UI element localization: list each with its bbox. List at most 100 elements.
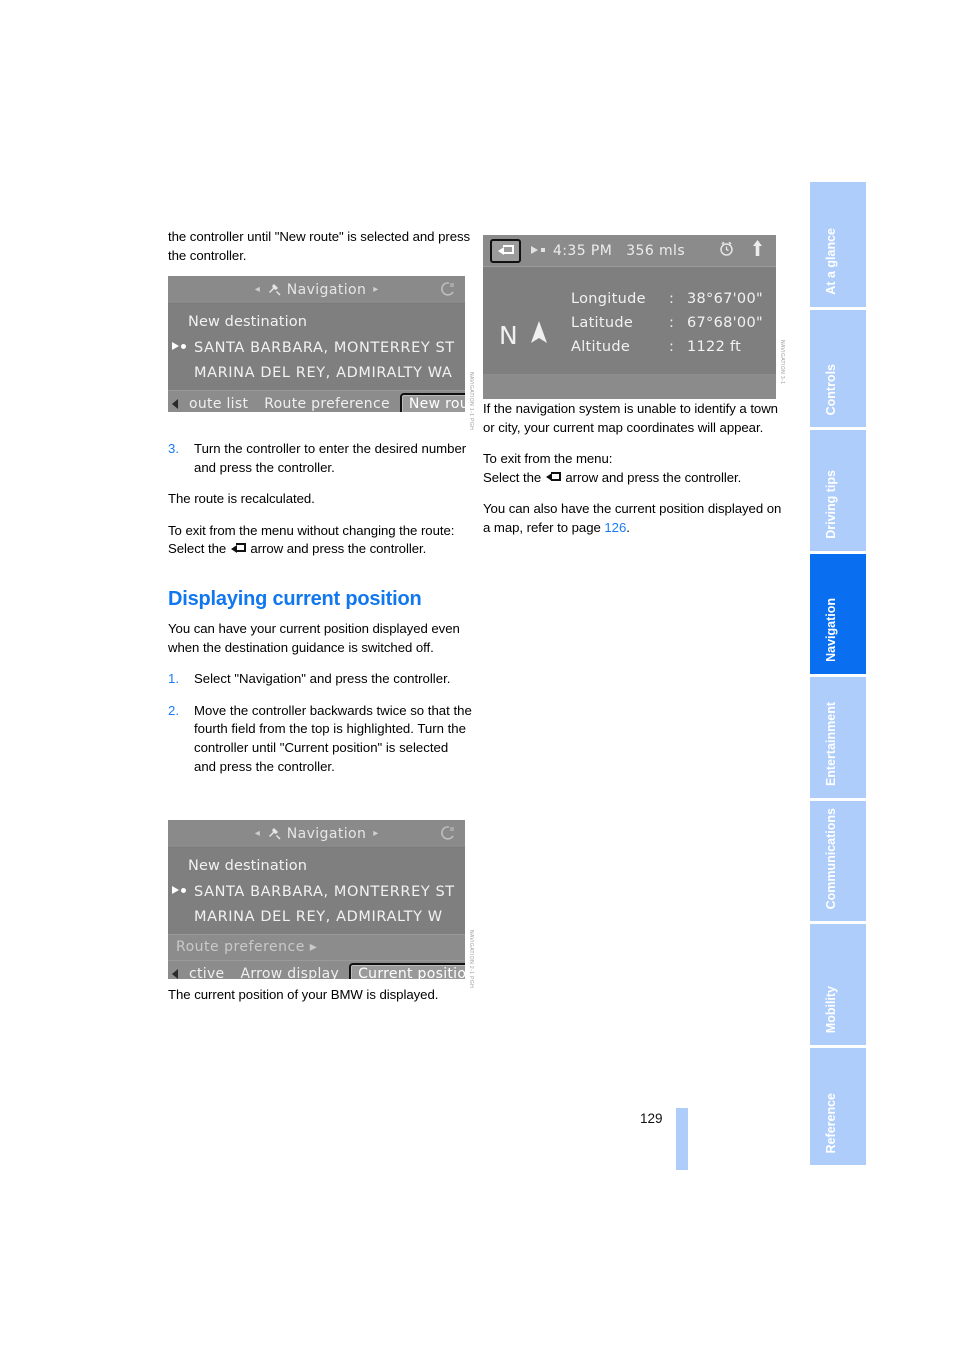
back-button[interactable] bbox=[490, 238, 521, 263]
compass-indicator: N bbox=[499, 319, 550, 351]
idrive-row-destination-label-2: SANTA BARBARA, MONTERREY ST bbox=[194, 884, 455, 900]
idrive-header-2: ◂ Navigation ▸ bbox=[168, 820, 465, 848]
sidebar-item-reference[interactable]: Reference bbox=[810, 1048, 866, 1165]
header-prev-icon[interactable]: ◂ bbox=[255, 284, 260, 295]
left-text-column-2: 3. Turn the controller to enter the desi… bbox=[168, 440, 473, 572]
tabbar-scroll-left-icon-1[interactable] bbox=[168, 399, 181, 409]
idrive-tab-active[interactable]: ctive bbox=[181, 966, 232, 979]
idrive-watermark-3: NAVIGATION 3-1 bbox=[779, 340, 785, 385]
exit-menu-label: To exit from the menu: bbox=[483, 451, 613, 467]
header-next-icon[interactable]: ▸ bbox=[373, 284, 378, 295]
sidebar-item-communications[interactable]: Communications bbox=[810, 801, 866, 924]
tabbar-scroll-left-icon-2[interactable] bbox=[168, 969, 181, 979]
longitude-value: 38°67'00" bbox=[687, 291, 763, 307]
left-text-column-3: You can have your current position displ… bbox=[168, 620, 473, 789]
route-marker-icon-2 bbox=[172, 879, 194, 904]
latitude-label: Latitude bbox=[571, 315, 634, 331]
sidebar-item-label-communications: Communications bbox=[824, 807, 838, 909]
select-arrow-paragraph: Select the arrow and press the controlle… bbox=[168, 540, 473, 559]
idrive-tab-arrow-display[interactable]: Arrow display bbox=[232, 966, 347, 979]
sidebar-item-label-driving-tips: Driving tips bbox=[824, 470, 838, 539]
altitude-separator: : bbox=[669, 339, 675, 355]
navigation-satellite-icon bbox=[267, 283, 282, 296]
sidebar-item-entertainment[interactable]: Entertainment bbox=[810, 677, 866, 801]
select-arrow-paragraph-right: Select the arrow and press the controlle… bbox=[483, 469, 788, 488]
header-prev-icon-2[interactable]: ◂ bbox=[255, 828, 260, 839]
idrive-header-title-1: Navigation bbox=[286, 281, 367, 298]
select-prefix-right: Select the bbox=[483, 469, 545, 485]
latitude-value: 67°68'00" bbox=[687, 315, 763, 331]
idrive-tabbar-2: ctive Arrow display Current position bbox=[168, 960, 465, 979]
idrive-header-1: ◂ Navigation ▸ bbox=[168, 276, 465, 304]
section-intro-paragraph: You can have your current position displ… bbox=[168, 621, 460, 655]
compass-letter: N bbox=[499, 320, 518, 350]
right-text-column: If the navigation system is unable to id… bbox=[483, 400, 788, 551]
idrive-tab-route-list[interactable]: oute list bbox=[181, 396, 256, 412]
step-3-number: 3. bbox=[168, 441, 179, 456]
idrive-row-destination-4[interactable]: MARINA DEL REY, ADMIRALTY W bbox=[168, 905, 465, 930]
sidebar-item-navigation[interactable]: Navigation bbox=[810, 554, 866, 677]
compass-needle-icon bbox=[528, 319, 550, 351]
idrive-corner-icon-1 bbox=[439, 281, 456, 298]
page-number-marker bbox=[676, 1108, 688, 1170]
step-2-number: 2. bbox=[168, 702, 179, 718]
coordinates-table: Longitude:38°67'00" Latitude:67°68'00" A… bbox=[571, 287, 763, 359]
coordinates-explanation-paragraph: If the navigation system is unable to id… bbox=[483, 401, 778, 435]
step-2-text: Move the controller backwards twice so t… bbox=[194, 702, 472, 774]
exit-menu-paragraph: To exit from the menu without changing t… bbox=[168, 522, 455, 538]
idrive-subrow-route-preference[interactable]: Route preference ▸ bbox=[168, 934, 465, 960]
idrive-watermark-1: NAVIGATION 1-1 PGH bbox=[468, 372, 474, 431]
idrive-row-destination-1[interactable]: SANTA BARBARA, MONTERREY ST bbox=[168, 335, 465, 361]
coordinate-row-longitude: Longitude:38°67'00" bbox=[571, 287, 763, 311]
longitude-label: Longitude bbox=[571, 291, 646, 307]
idrive-tab-route-preference[interactable]: Route preference bbox=[256, 396, 398, 412]
idrive-corner-icon-2 bbox=[439, 825, 456, 842]
altitude-label: Altitude bbox=[571, 339, 631, 355]
page-reference-link[interactable]: 126 bbox=[604, 520, 626, 535]
map-reference-suffix: . bbox=[626, 519, 630, 535]
latitude-separator: : bbox=[669, 315, 675, 331]
page-title: Displaying current position bbox=[168, 588, 422, 610]
coordinates-status-bar: 4:35 PM 356 mls bbox=[483, 235, 776, 267]
idrive-screenshot-coordinates: 4:35 PM 356 mls N Longitude: 38°67'00" … bbox=[483, 235, 776, 399]
back-arrow-icon-left bbox=[230, 543, 246, 554]
idrive-row-new-destination-1[interactable]: New destination bbox=[168, 310, 465, 335]
sidebar-item-mobility[interactable]: Mobility bbox=[810, 924, 866, 1048]
select-prefix-left: Select the bbox=[168, 541, 230, 557]
back-arrow-icon-right bbox=[545, 471, 561, 483]
coordinate-row-altitude: Altitude:1122 ft bbox=[571, 335, 763, 359]
manual-page: the controller until "New route" is sele… bbox=[0, 0, 954, 1351]
intro-paragraph: the controller until "New route" is sele… bbox=[168, 229, 471, 263]
step-1: 1. Select "Navigation" and press the con… bbox=[168, 670, 473, 689]
idrive-body-1: New destination SANTA BARBARA, MONTERREY… bbox=[168, 304, 465, 390]
idrive-screenshot-navigation-current-position: ◂ Navigation ▸ New destination SANTA BAR… bbox=[168, 820, 465, 979]
idrive-row-destination-3[interactable]: SANTA BARBARA, MONTERREY ST bbox=[168, 879, 465, 905]
idrive-tab-new-route[interactable]: New route bbox=[399, 393, 465, 412]
sidebar-item-label-at-a-glance: At a glance bbox=[824, 228, 838, 295]
coordinates-footer-bar bbox=[483, 375, 776, 399]
header-next-icon-2[interactable]: ▸ bbox=[373, 828, 378, 839]
map-reference-prefix: You can also have the current position d… bbox=[483, 501, 782, 535]
idrive-body-2: New destination SANTA BARBARA, MONTERREY… bbox=[168, 848, 465, 934]
idrive-row-destination-2[interactable]: MARINA DEL REY, ADMIRALTY WA bbox=[168, 361, 465, 386]
route-recalculated-paragraph: The route is recalculated. bbox=[168, 491, 315, 507]
altitude-value: 1122 ft bbox=[687, 339, 742, 355]
step-1-number: 1. bbox=[168, 671, 179, 687]
idrive-tab-current-position[interactable]: Current position bbox=[349, 963, 465, 979]
direction-arrow-icon bbox=[531, 243, 549, 259]
idrive-row-new-destination-2[interactable]: New destination bbox=[168, 854, 465, 879]
sidebar-item-label-controls: Controls bbox=[824, 363, 838, 415]
sidebar-item-at-a-glance[interactable]: At a glance bbox=[810, 182, 866, 310]
idrive-screenshot-navigation-new-route: ◂ Navigation ▸ New destination SANTA BAR… bbox=[168, 276, 465, 412]
sidebar-item-controls[interactable]: Controls bbox=[810, 310, 866, 430]
step-1-text: Select "Navigation" and press the contro… bbox=[194, 671, 451, 687]
page-number: 129 bbox=[640, 1111, 663, 1126]
north-up-arrow-icon bbox=[751, 239, 764, 261]
idrive-header-title-2: Navigation bbox=[286, 825, 367, 842]
idrive-row-destination-label-1: SANTA BARBARA, MONTERREY ST bbox=[194, 340, 455, 356]
distance-label: 356 mls bbox=[626, 242, 686, 259]
navigation-satellite-icon-2 bbox=[267, 827, 282, 840]
sidebar-item-driving-tips[interactable]: Driving tips bbox=[810, 430, 866, 554]
coordinates-main-area: N Longitude:38°67'00" Latitude:67°68'00"… bbox=[483, 267, 776, 375]
coordinate-row-latitude: Latitude:67°68'00" bbox=[571, 311, 763, 335]
